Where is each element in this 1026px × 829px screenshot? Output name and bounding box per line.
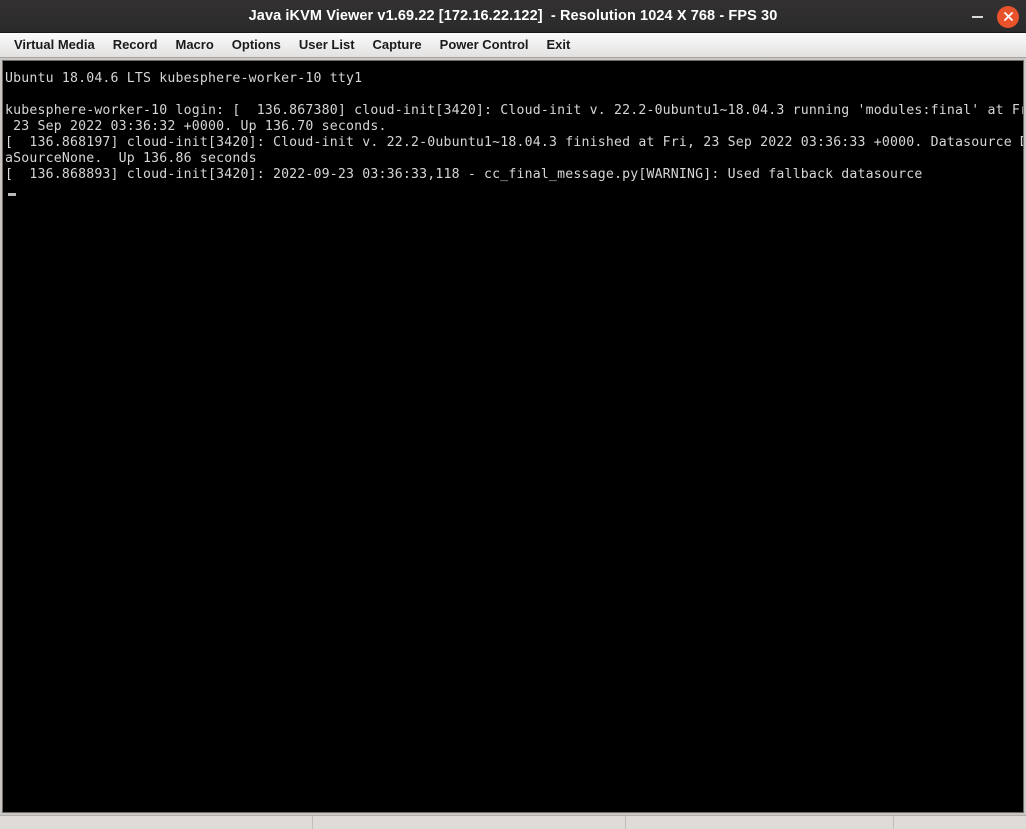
window-titlebar: Java iKVM Viewer v1.69.22 [172.16.22.122…	[0, 0, 1026, 33]
terminal-line: aSourceNone. Up 136.86 seconds	[5, 151, 257, 166]
terminal-line: [ 136.868197] cloud-init[3420]: Cloud-in…	[5, 135, 1023, 150]
status-cell	[0, 816, 313, 829]
status-cell	[313, 816, 626, 829]
minimize-icon	[971, 15, 983, 18]
close-button[interactable]	[997, 5, 1019, 28]
terminal-line: [ 136.868893] cloud-init[3420]: 2022-09-…	[5, 167, 923, 182]
terminal-cursor-line	[5, 183, 1023, 199]
status-bar	[0, 815, 1026, 829]
close-icon	[1003, 12, 1013, 21]
window-title: Java iKVM Viewer v1.69.22 [172.16.22.122…	[248, 8, 778, 24]
menu-item-record[interactable]: Record	[104, 34, 167, 56]
status-cell	[626, 816, 894, 829]
menu-item-capture[interactable]: Capture	[364, 34, 431, 56]
menu-item-exit[interactable]: Exit	[538, 34, 580, 56]
status-cell	[894, 816, 1026, 829]
window-controls	[966, 0, 1019, 33]
menu-item-user-list[interactable]: User List	[290, 34, 364, 56]
terminal-line: kubesphere-worker-10 login: [ 136.867380…	[5, 103, 1023, 118]
terminal-line: 23 Sep 2022 03:36:32 +0000. Up 136.70 se…	[5, 119, 387, 134]
terminal-cursor	[8, 193, 16, 196]
menu-item-macro[interactable]: Macro	[166, 34, 222, 56]
console-screen[interactable]: Ubuntu 18.04.6 LTS kubesphere-worker-10 …	[3, 61, 1023, 812]
menu-item-virtual-media[interactable]: Virtual Media	[5, 34, 104, 56]
minimize-button[interactable]	[966, 6, 988, 28]
menu-item-options[interactable]: Options	[223, 34, 290, 56]
console-frame: Ubuntu 18.04.6 LTS kubesphere-worker-10 …	[0, 58, 1026, 815]
remote-console[interactable]: Ubuntu 18.04.6 LTS kubesphere-worker-10 …	[2, 60, 1024, 813]
terminal-line: Ubuntu 18.04.6 LTS kubesphere-worker-10 …	[5, 71, 363, 86]
ikvm-viewer-window: Java iKVM Viewer v1.69.22 [172.16.22.122…	[0, 0, 1026, 829]
menu-item-power-control[interactable]: Power Control	[431, 34, 538, 56]
menu-bar: Virtual Media Record Macro Options User …	[0, 33, 1026, 58]
